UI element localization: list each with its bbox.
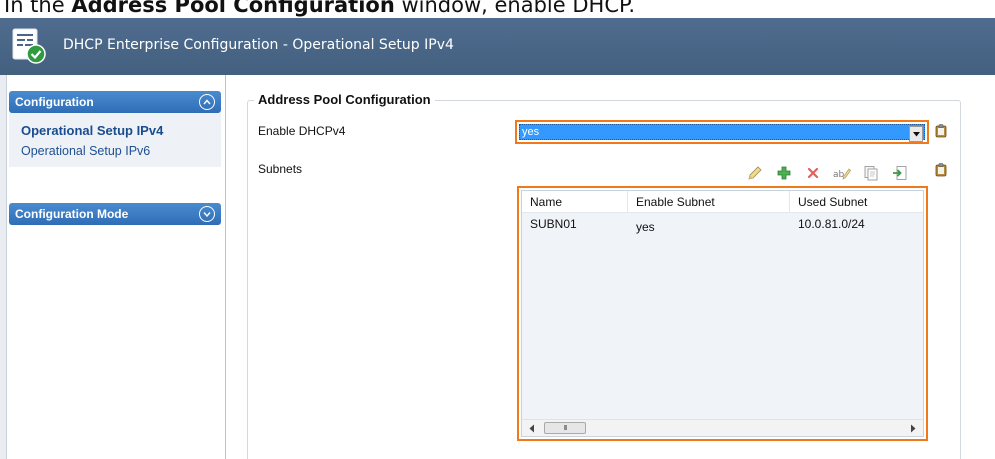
nav-group-configuration-mode: Configuration Mode (7, 203, 225, 225)
table-header: Name Enable Subnet Used Subnet (522, 191, 923, 213)
delete-icon[interactable] (803, 163, 822, 182)
subnets-table-highlight: Name Enable Subnet Used Subnet SUBN01 ye… (517, 186, 928, 441)
enable-dhcpv4-highlight: yes (515, 120, 929, 144)
clipboard-icon[interactable] (935, 163, 947, 177)
window-titlebar: DHCP Enterprise Configuration - Operatio… (0, 18, 995, 75)
dropdown-arrow-icon[interactable] (909, 126, 923, 142)
scroll-right-icon[interactable] (909, 424, 917, 433)
navigation-sidebar: Configuration Operational Setup IPv4 Ope… (7, 75, 226, 459)
window-left-edge (0, 75, 7, 459)
edit-icon[interactable] (745, 163, 764, 182)
add-icon[interactable] (774, 163, 793, 182)
column-header-enable-subnet[interactable]: Enable Subnet (628, 191, 790, 212)
svg-text:ab: ab (833, 170, 845, 180)
window-title: DHCP Enterprise Configuration - Operatio… (63, 37, 454, 53)
horizontal-scrollbar[interactable]: III (522, 419, 923, 436)
rename-icon[interactable]: ab (832, 163, 851, 182)
cell-used-subnet: 10.0.81.0/24 (798, 217, 865, 231)
chevron-down-icon[interactable] (199, 206, 215, 222)
chevron-up-icon[interactable] (199, 94, 215, 110)
scroll-thumb[interactable]: III (544, 422, 586, 434)
nav-header-label: Configuration (15, 95, 94, 109)
nav-header-configuration[interactable]: Configuration (9, 91, 221, 113)
import-icon[interactable] (890, 163, 909, 182)
group-title: Address Pool Configuration (254, 92, 435, 107)
copy-icon[interactable] (861, 163, 880, 182)
sidebar-item-operational-setup-ipv6[interactable]: Operational Setup IPv6 (21, 141, 221, 161)
subnets-table[interactable]: Name Enable Subnet Used Subnet SUBN01 ye… (521, 190, 924, 437)
cell-enable-subnet: yes (636, 220, 655, 234)
subnets-label: Subnets (258, 162, 303, 176)
cell-name: SUBN01 (530, 217, 577, 231)
subnets-toolbar: ab (745, 163, 909, 183)
app-config-icon (12, 28, 46, 64)
instruction-text: In the Address Pool Configuration window… (4, 0, 636, 17)
nav-header-configuration-mode[interactable]: Configuration Mode (9, 203, 221, 225)
select-value: yes (522, 126, 540, 138)
scroll-left-icon[interactable] (528, 424, 536, 433)
sidebar-item-operational-setup-ipv4[interactable]: Operational Setup IPv4 (21, 121, 221, 141)
scroll-thumb-grip: III (563, 424, 567, 432)
enable-dhcpv4-select[interactable]: yes (519, 124, 925, 142)
table-row[interactable]: SUBN01 yes 10.0.81.0/24 (522, 214, 923, 234)
clipboard-icon[interactable] (935, 124, 947, 138)
column-header-used-subnet[interactable]: Used Subnet (790, 191, 921, 212)
nav-group-configuration: Configuration Operational Setup IPv4 Ope… (7, 91, 225, 167)
column-header-name[interactable]: Name (522, 191, 628, 212)
nav-header-label: Configuration Mode (15, 207, 129, 221)
enable-dhcpv4-label: Enable DHCPv4 (258, 124, 346, 138)
nav-group-body: Operational Setup IPv4 Operational Setup… (9, 113, 221, 167)
